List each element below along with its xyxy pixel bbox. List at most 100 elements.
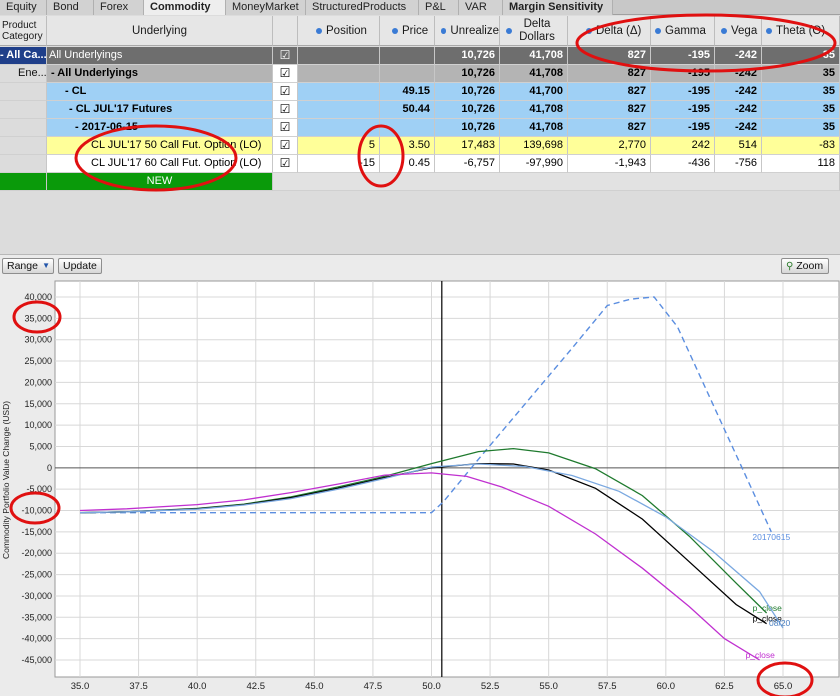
row-gamma-cell: 242 [651, 137, 715, 155]
row-delta-cell: 827 [568, 119, 651, 137]
row-theta-cell: 35 [762, 83, 840, 101]
portfolio-value-chart[interactable]: 35.0 37.5 40.0 42.5 45.0 47.5 50.0 52.5 55.0 57.5… [0, 255, 840, 696]
col-header-underlying[interactable]: Underlying [47, 16, 273, 46]
row-theta-cell: 35 [762, 119, 840, 137]
row-checkbox[interactable]: ☑ [273, 137, 298, 155]
tab-forex[interactable]: Forex [94, 0, 144, 15]
row-delta-dollars-cell: 41,708 [500, 101, 568, 119]
row-product-cell[interactable]: - All Ca... [0, 47, 47, 65]
row-vega-cell: -242 [715, 65, 762, 83]
x-tick-label: 50.0 [422, 681, 441, 692]
col-header-delta-dollars[interactable]: Delta Dollars [500, 16, 568, 46]
new-row-button[interactable]: NEW [47, 173, 273, 191]
x-tick-label: 62.5 [715, 681, 734, 692]
tab-equity[interactable]: Equity [0, 0, 47, 15]
sort-dot-icon [721, 27, 727, 34]
row-underlying-cell[interactable]: CL JUL'17 60 Call Fut. Option (LO) [47, 155, 273, 173]
col-header-delta-label: Delta (Δ) [596, 24, 642, 37]
new-row-empty [273, 173, 840, 191]
col-header-vega[interactable]: Vega [715, 16, 762, 46]
sort-dot-icon [586, 27, 592, 34]
row-product-cell[interactable] [0, 155, 47, 173]
x-tick-label: 52.5 [481, 681, 500, 692]
row-gamma-cell: -195 [651, 65, 715, 83]
y-axis-label: Commodity Portfolio Value Change (USD) [1, 401, 11, 559]
row-vega-cell: 514 [715, 137, 762, 155]
row-checkbox[interactable]: ☑ [273, 101, 298, 119]
x-tick-label: 60.0 [657, 681, 676, 692]
row-unrealized-cell: 10,726 [435, 47, 500, 65]
row-delta-cell: -1,943 [568, 155, 651, 173]
row-price-cell: 0.45 [380, 155, 435, 173]
y-tick-label: -40,000 [21, 634, 52, 644]
row-checkbox[interactable]: ☑ [273, 119, 298, 137]
col-header-unrealized[interactable]: Unrealize [435, 16, 500, 46]
x-tick-label: 47.5 [364, 681, 383, 692]
tab-commodity[interactable]: Commodity [144, 0, 226, 15]
row-price-cell: 3.50 [380, 137, 435, 155]
col-header-vega-label: Vega [731, 24, 758, 37]
sort-dot-icon [392, 27, 398, 34]
series-label: 08/20 [769, 618, 791, 628]
row-underlying-cell[interactable]: - 2017-06-15 [47, 119, 273, 137]
col-header-theta-label: Theta (Θ) [776, 24, 826, 37]
tab-margin-sensitivity[interactable]: Margin Sensitivity [503, 0, 613, 15]
row-delta-cell: 827 [568, 83, 651, 101]
y-tick-label: -10,000 [21, 506, 52, 516]
row-vega-cell: -242 [715, 101, 762, 119]
col-header-unrealized-label: Unrealize [450, 24, 499, 37]
tab-moneymarket[interactable]: MoneyMarket [226, 0, 306, 15]
row-gamma-cell: -195 [651, 101, 715, 119]
row-checkbox[interactable]: ☑ [273, 47, 298, 65]
row-product-cell[interactable] [0, 101, 47, 119]
tab-pnl[interactable]: P&L [419, 0, 459, 15]
col-header-delta-dollars-label: Delta Dollars [519, 17, 555, 43]
row-product-cell[interactable] [0, 83, 47, 101]
col-header-price-label: Price [402, 24, 429, 37]
col-header-position[interactable]: Position [298, 16, 380, 46]
y-tick-label: -45,000 [21, 655, 52, 665]
row-price-cell [380, 65, 435, 83]
row-delta-dollars-cell: 41,708 [500, 47, 568, 65]
col-header-product[interactable]: Product Category [0, 16, 47, 46]
row-price-cell: 50.44 [380, 101, 435, 119]
row-gamma-cell: -195 [651, 83, 715, 101]
row-gamma-cell: -436 [651, 155, 715, 173]
y-tick-label: 10,000 [24, 420, 52, 430]
col-header-gamma[interactable]: Gamma [651, 16, 715, 46]
col-header-theta[interactable]: Theta (Θ) [762, 16, 840, 46]
tab-bond[interactable]: Bond [47, 0, 94, 15]
row-delta-cell: 2,770 [568, 137, 651, 155]
y-tick-label: -25,000 [21, 570, 52, 580]
row-underlying-cell[interactable]: - All Underlyings [47, 65, 273, 83]
sort-dot-icon [655, 27, 661, 34]
col-header-position-label: Position [326, 24, 367, 37]
col-header-price[interactable]: Price [380, 16, 435, 46]
tab-var[interactable]: VAR [459, 0, 503, 15]
col-header-delta[interactable]: Delta (Δ) [568, 16, 651, 46]
tab-structuredproducts[interactable]: StructuredProducts [306, 0, 419, 15]
row-checkbox[interactable]: ☑ [273, 155, 298, 173]
col-header-gamma-label: Gamma [665, 24, 706, 37]
row-product-cell[interactable]: Ene... [0, 65, 47, 83]
sort-dot-icon [441, 27, 447, 34]
new-row-product-cell [0, 173, 47, 191]
row-checkbox[interactable]: ☑ [273, 65, 298, 83]
x-tick-label: 57.5 [598, 681, 617, 692]
row-checkbox[interactable]: ☑ [273, 83, 298, 101]
row-underlying-cell[interactable]: - CL JUL'17 Futures [47, 101, 273, 119]
row-underlying-cell[interactable]: CL JUL'17 50 Call Fut. Option (LO) [47, 137, 273, 155]
x-tick-label: 65.0 [774, 681, 793, 692]
row-unrealized-cell: 10,726 [435, 65, 500, 83]
row-gamma-cell: -195 [651, 47, 715, 65]
x-tick-label: 37.5 [129, 681, 148, 692]
sort-dot-icon [766, 27, 772, 34]
y-tick-label: 25,000 [24, 356, 52, 366]
row-position-cell [298, 119, 380, 137]
row-product-cell[interactable] [0, 119, 47, 137]
row-delta-dollars-cell: 41,700 [500, 83, 568, 101]
row-underlying-cell[interactable]: - CL [47, 83, 273, 101]
row-product-cell[interactable] [0, 137, 47, 155]
x-tick-label: 35.0 [71, 681, 90, 692]
row-underlying-cell[interactable]: All Underlyings [47, 47, 273, 65]
